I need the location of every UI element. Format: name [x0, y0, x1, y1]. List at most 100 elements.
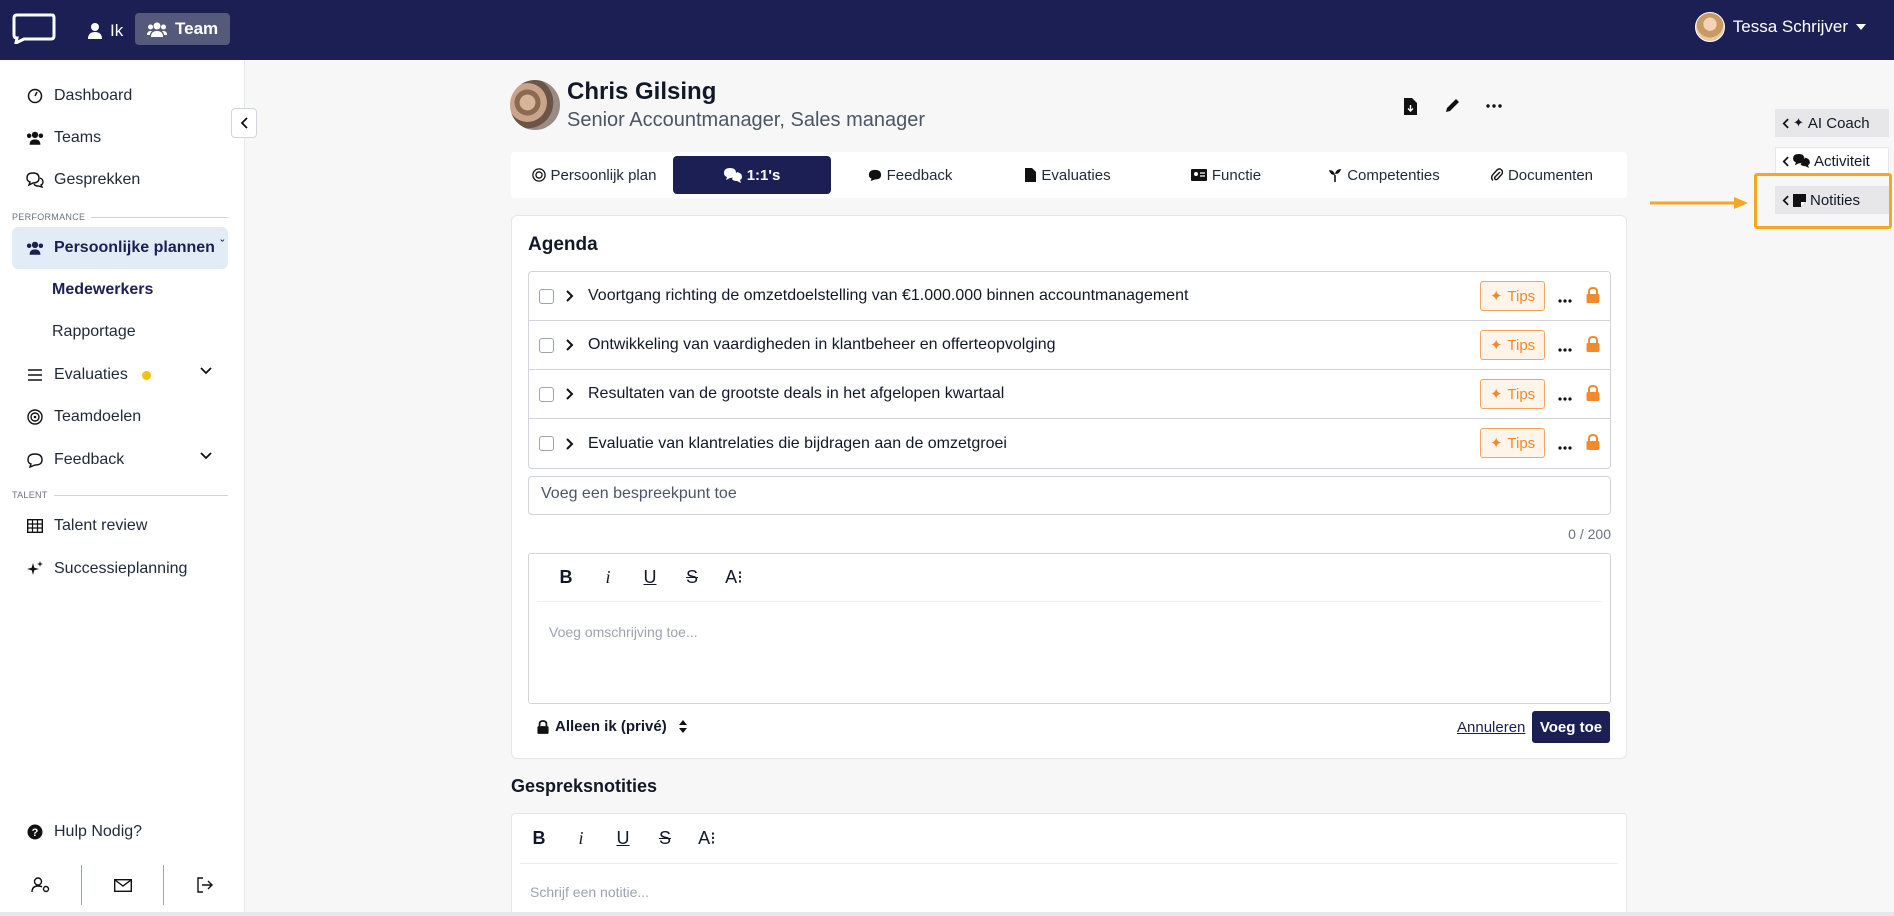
notification-dot [141, 370, 151, 380]
tips-label: Tips [1507, 434, 1536, 452]
privacy-select[interactable]: Alleen ik (privé) [537, 718, 687, 735]
target-icon [531, 168, 546, 182]
chevron-down-icon[interactable] [200, 367, 212, 375]
sidebar-item-label: Feedback [54, 451, 125, 468]
tab-one-on-ones[interactable]: 1:1's [673, 156, 831, 194]
agenda-checkbox[interactable] [539, 386, 554, 402]
tab-evaluaties[interactable]: Evaluaties [989, 156, 1147, 194]
more-options-icon[interactable] [1558, 290, 1572, 308]
help-link[interactable]: ? Hulp Nodig? [12, 814, 228, 850]
chevron-right-icon[interactable] [566, 388, 578, 400]
profile-name: Chris Gilsing [567, 78, 717, 105]
strikethrough-icon[interactable]: S [681, 567, 703, 589]
notes-toolbar: B i U S A⁝ [520, 814, 1618, 864]
more-options-icon[interactable] [1558, 388, 1572, 406]
sort-icon [678, 720, 687, 733]
agenda-item[interactable]: Resultaten van de grootste deals in het … [529, 370, 1610, 419]
tab-label: Functie [1211, 166, 1262, 184]
target-icon [26, 408, 44, 426]
tab-documenten[interactable]: Documenten [1463, 156, 1621, 194]
sparkle-icon: ✦ [1489, 288, 1503, 305]
tab-persoonlijk-plan[interactable]: Persoonlijk plan [515, 156, 673, 194]
bold-icon[interactable]: B [528, 828, 550, 850]
sidebar-item-gesprekken[interactable]: Gesprekken [12, 162, 228, 198]
notes-editor[interactable]: B i U S A⁝ Schrijf een notitie... [511, 813, 1627, 916]
sidebar-item-dashboard[interactable]: Dashboard [12, 78, 228, 114]
tips-button[interactable]: ✦ Tips [1480, 281, 1545, 311]
description-editor[interactable]: B i U S A⁝ Voeg omschrijving toe... [528, 553, 1611, 704]
sidebar-item-teamdoelen[interactable]: Teamdoelen [12, 399, 228, 435]
italic-icon[interactable]: i [597, 567, 619, 589]
chat-icon [26, 171, 44, 189]
italic-icon[interactable]: i [570, 828, 592, 850]
sidebar-item-feedback[interactable]: Feedback [12, 442, 228, 478]
envelope-icon [113, 878, 132, 892]
tips-button[interactable]: ✦ Tips [1480, 379, 1545, 409]
nav-team[interactable]: Team [135, 13, 231, 45]
agenda-item[interactable]: Voortgang richting de omzetdoelstelling … [529, 272, 1610, 321]
logout-button[interactable] [164, 865, 245, 905]
activity-tab[interactable]: Activiteit [1775, 147, 1889, 175]
header-actions [1400, 96, 1504, 116]
highlight-box [1754, 173, 1892, 229]
more-options-icon[interactable] [1484, 96, 1504, 116]
chevron-down-icon[interactable] [200, 452, 212, 460]
add-agenda-item-input[interactable]: Voeg een bespreekpunt toe [528, 476, 1611, 515]
tab-feedback[interactable]: Feedback [831, 156, 989, 194]
messages-button[interactable] [82, 865, 163, 905]
strikethrough-icon[interactable]: S [654, 828, 676, 850]
users-icon [26, 239, 44, 257]
more-options-icon[interactable] [1558, 437, 1572, 455]
chevron-right-icon[interactable] [566, 339, 578, 351]
chevron-right-icon[interactable] [566, 437, 578, 450]
nav-ik[interactable]: Ik [82, 16, 129, 46]
text-size-icon[interactable]: A⁝ [696, 828, 718, 850]
app-logo[interactable] [10, 12, 56, 44]
user-menu[interactable]: Tessa Schrijver [1694, 12, 1866, 42]
underline-icon[interactable]: U [639, 567, 661, 589]
sidebar-subitem-rapportage[interactable]: Rapportage [52, 323, 136, 341]
sidebar-item-successieplanning[interactable]: Successieplanning [12, 551, 228, 587]
more-options-icon[interactable] [1558, 339, 1572, 357]
tab-label: Competenties [1347, 166, 1440, 184]
export-file-icon[interactable] [1400, 96, 1420, 116]
paperclip-icon [1490, 168, 1503, 181]
sidebar-item-talent-review[interactable]: Talent review [12, 508, 228, 544]
user-settings-button[interactable] [0, 865, 81, 905]
text-size-icon[interactable]: A⁝ [723, 567, 745, 589]
sidebar-item-label: Gesprekken [54, 171, 141, 188]
chevron-right-icon[interactable] [566, 290, 578, 302]
bold-icon[interactable]: B [555, 567, 577, 589]
privacy-label: Alleen ik (privé) [555, 718, 667, 735]
agenda-checkbox[interactable] [539, 337, 554, 353]
chevron-down-icon: ˇ [220, 239, 224, 251]
underline-icon[interactable]: U [612, 828, 634, 850]
sidebar-item-teams[interactable]: Teams [12, 120, 228, 156]
list-icon [26, 366, 44, 384]
sidebar-subitem-medewerkers[interactable]: Medewerkers [52, 281, 153, 299]
sparkle-icon [26, 560, 44, 578]
tab-functie[interactable]: Functie [1147, 156, 1305, 194]
agenda-item[interactable]: Evaluatie van klantrelaties die bijdrage… [529, 419, 1610, 468]
lock-icon [1586, 433, 1600, 455]
agenda-item[interactable]: Ontwikkeling van vaardigheden in klantbe… [529, 321, 1610, 370]
sidebar-item-persoonlijke-plannen[interactable]: Persoonlijke plannen ˇ [12, 227, 228, 269]
tab-label: Feedback [886, 166, 953, 184]
collapse-sidebar-button[interactable] [231, 108, 257, 138]
agenda-item-text: Voortgang richting de omzetdoelstelling … [588, 287, 1189, 304]
agenda-checkbox[interactable] [539, 288, 554, 304]
lock-icon [1586, 286, 1600, 308]
agenda-checkbox[interactable] [539, 436, 554, 451]
seedling-icon [1329, 169, 1342, 182]
edit-pencil-icon[interactable] [1442, 96, 1462, 116]
notes-title: Gespreksnotities [511, 776, 658, 796]
lock-icon [537, 719, 549, 734]
ai-coach-tab[interactable]: ✦ AI Coach [1775, 109, 1889, 137]
chats-icon [723, 167, 742, 183]
tips-button[interactable]: ✦ Tips [1480, 428, 1545, 458]
tab-competenties[interactable]: Competenties [1305, 156, 1463, 194]
cancel-link[interactable]: Annuleren [1457, 719, 1525, 736]
sidebar-item-evaluaties[interactable]: Evaluaties [12, 357, 228, 393]
add-button[interactable]: Voeg toe [1532, 711, 1610, 743]
tips-button[interactable]: ✦ Tips [1480, 330, 1545, 360]
